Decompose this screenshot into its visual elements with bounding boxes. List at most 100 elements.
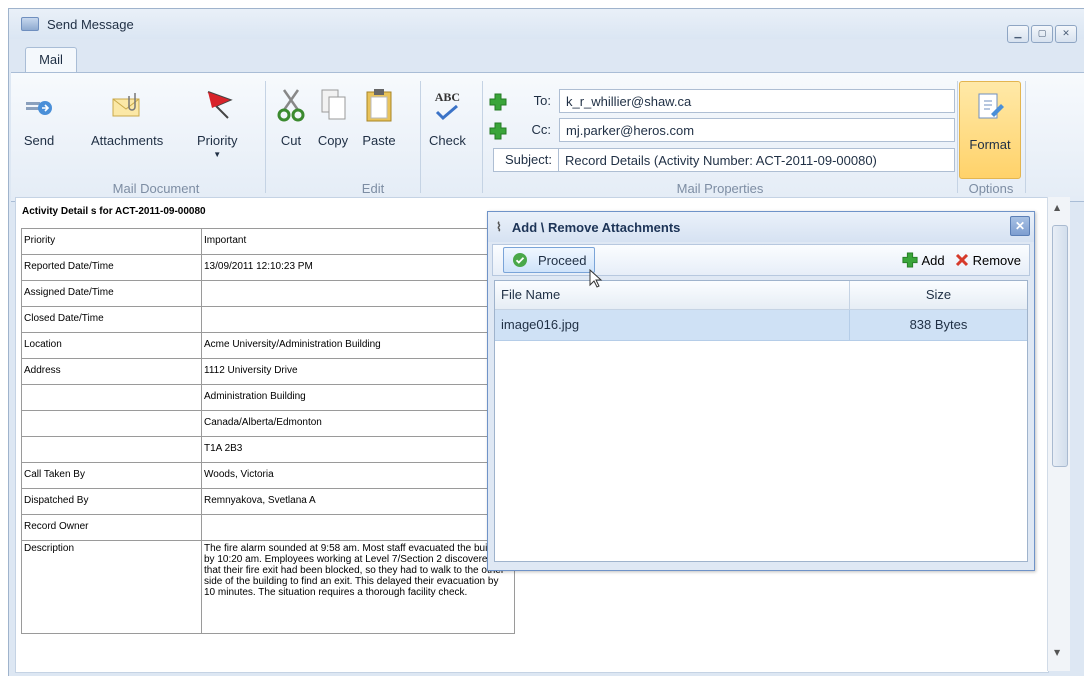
close-button[interactable]: ✕ [1055, 25, 1077, 43]
field-value-cell: Canada/Alberta/Edmonton [201, 410, 515, 437]
maximize-button[interactable]: ▢ [1031, 25, 1053, 43]
table-row: Assigned Date/Time [21, 280, 515, 307]
format-document-icon [975, 92, 1005, 127]
separator [1025, 81, 1026, 193]
table-row: Reported Date/Time 13/09/2011 12:10:23 PM [21, 254, 515, 281]
priority-label: Priority [197, 133, 238, 148]
separator [265, 81, 266, 193]
group-label-mail-document: Mail Document [112, 181, 200, 196]
field-label-cell: Record Owner [21, 514, 202, 541]
attachment-row[interactable]: image016.jpg 838 Bytes [495, 310, 1027, 341]
table-row: Call Taken By Woods, Victoria [21, 462, 515, 489]
window-title: Send Message [47, 16, 134, 32]
field-value-cell: Important [201, 228, 515, 255]
cut-button[interactable]: Cut [273, 87, 309, 148]
dialog-title: Add \ Remove Attachments [511, 219, 681, 235]
ribbon: Send Attachments Priority ▼ Cut Copy Pas… [11, 72, 1084, 202]
cc-value: mj.parker@heros.com [566, 122, 695, 138]
chevron-down-icon: ▼ [213, 150, 222, 159]
document-title: Activity Detail s for ACT-2011-09-00080 [22, 206, 206, 217]
field-value-cell: 1112 University Drive [201, 358, 515, 385]
field-value-cell [201, 280, 515, 307]
table-row: Canada/Alberta/Edmonton [21, 410, 515, 437]
paste-label: Paste [362, 133, 396, 148]
column-header-size[interactable]: Size [850, 281, 1027, 309]
group-label-edit: Edit [361, 181, 385, 196]
copy-label: Copy [317, 133, 349, 148]
proceed-button[interactable]: Proceed [503, 247, 596, 273]
field-value-cell: 13/09/2011 12:10:23 PM [201, 254, 515, 281]
field-value-cell [201, 306, 515, 333]
cc-field[interactable]: mj.parker@heros.com [559, 118, 955, 142]
format-label: Format [969, 137, 1011, 152]
send-button[interactable]: Send [21, 87, 57, 148]
cut-label: Cut [280, 133, 302, 148]
format-button[interactable]: Format [959, 81, 1021, 179]
table-row: Priority Important [21, 228, 515, 255]
field-label-cell [21, 436, 202, 463]
add-attachment-button[interactable]: Add [901, 252, 945, 268]
mouse-cursor-icon [589, 269, 603, 288]
proceed-label: Proceed [538, 252, 587, 268]
minimize-button[interactable]: ▁ [1007, 25, 1029, 43]
table-row: Description The fire alarm sounded at 9:5… [21, 540, 515, 634]
table-row: Closed Date/Time [21, 306, 515, 333]
copy-button[interactable]: Copy [315, 87, 351, 148]
send-label: Send [23, 133, 55, 148]
file-size-cell: 838 Bytes [909, 317, 968, 332]
attachments-grid: File Name Size image016.jpg 838 Bytes [494, 280, 1028, 562]
to-field[interactable]: k_r_whillier@shaw.ca [559, 89, 955, 113]
attachments-dialog: ⌇ Add \ Remove Attachments ✕ Proceed Add… [487, 211, 1035, 571]
tab-mail[interactable]: Mail [25, 47, 77, 73]
window-controls: ▁ ▢ ✕ [1007, 25, 1077, 43]
field-value-cell [201, 514, 515, 541]
check-spelling-button[interactable]: ABC Check [429, 87, 466, 149]
field-value-cell: Remnyakova, Svetlana A [201, 488, 515, 515]
scrollbar-thumb[interactable] [1052, 225, 1068, 467]
mail-icon [21, 17, 39, 31]
field-label-cell: Priority [21, 228, 202, 255]
remove-attachment-button[interactable]: Remove [955, 253, 1021, 268]
priority-button[interactable]: Priority ▼ [197, 87, 237, 159]
vertical-scrollbar[interactable]: ▲ ▼ [1047, 197, 1070, 671]
to-value: k_r_whillier@shaw.ca [566, 93, 692, 109]
field-label-cell [21, 410, 202, 437]
to-label: To: [533, 92, 551, 108]
red-x-icon [955, 253, 968, 267]
separator [482, 81, 483, 193]
field-label-cell: Dispatched By [21, 488, 202, 515]
field-label-cell: Closed Date/Time [21, 306, 202, 333]
field-label-cell: Reported Date/Time [21, 254, 202, 281]
scissors-icon [273, 87, 309, 123]
subject-field[interactable]: Subject: Record Details (Activity Number… [493, 148, 955, 172]
title-bar: Send Message ▁ ▢ ✕ [9, 9, 1084, 43]
table-row: Administration Building [21, 384, 515, 411]
dialog-toolbar: Proceed Add Remove [492, 244, 1030, 276]
field-value-cell: T1A 2B3 [201, 436, 515, 463]
attachments-button[interactable]: Attachments [91, 87, 163, 148]
dialog-close-button[interactable]: ✕ [1010, 216, 1030, 236]
table-row: Record Owner [21, 514, 515, 541]
field-value-cell: Acme University/Administration Building [201, 332, 515, 359]
file-name-cell: image016.jpg [495, 310, 850, 340]
column-header-file-name[interactable]: File Name [495, 281, 850, 309]
remove-label: Remove [972, 252, 1021, 268]
table-row: Dispatched By Remnyakova, Svetlana A [21, 488, 515, 515]
separator [957, 81, 958, 193]
separator [420, 81, 421, 193]
group-label-mail-properties: Mail Properties [676, 181, 764, 196]
table-row: Location Acme University/Administration B… [21, 332, 515, 359]
field-value-cell: Woods, Victoria [201, 462, 515, 489]
plus-icon [902, 252, 918, 268]
field-label-cell: Assigned Date/Time [21, 280, 202, 307]
field-label-cell: Description [21, 540, 202, 634]
scroll-down-icon[interactable]: ▼ [1054, 648, 1060, 657]
grid-header: File Name Size [495, 281, 1027, 310]
table-row: T1A 2B3 [21, 436, 515, 463]
scroll-up-icon[interactable]: ▲ [1054, 203, 1060, 212]
field-label-cell [21, 384, 202, 411]
paste-button[interactable]: Paste [361, 87, 397, 148]
check-label: Check [429, 133, 466, 148]
send-icon [21, 87, 57, 123]
cc-label: Cc: [531, 121, 552, 137]
